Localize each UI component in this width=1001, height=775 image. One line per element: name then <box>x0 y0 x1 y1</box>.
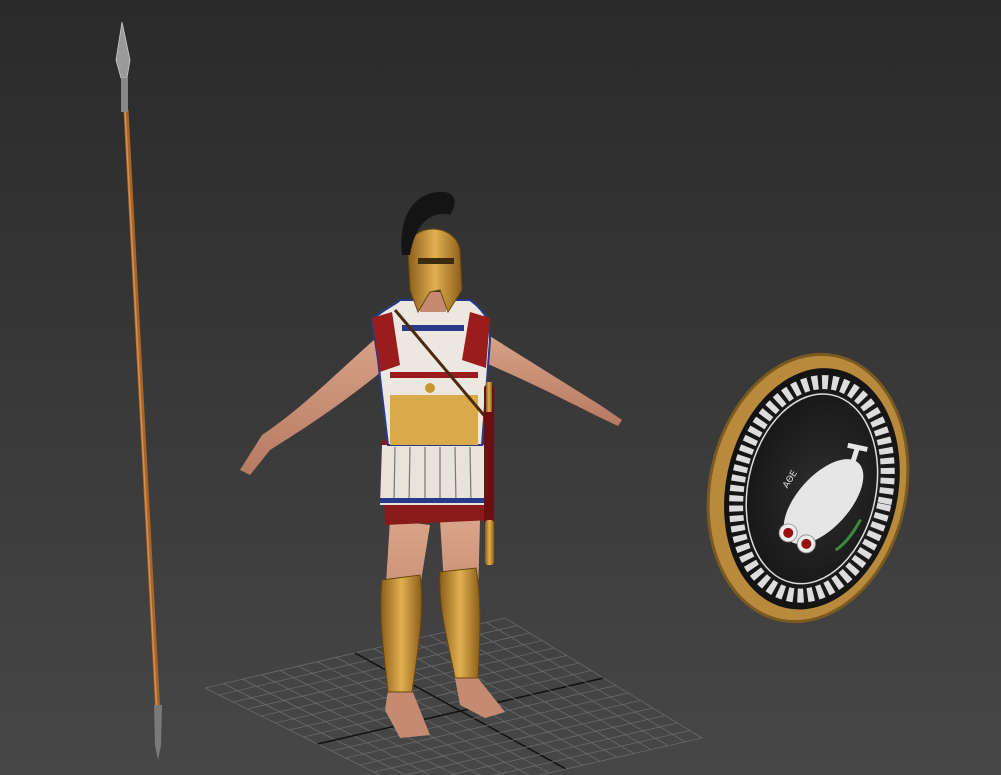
viewport-scene: ΑΘΕ <box>115 21 910 775</box>
3d-viewport[interactable]: ΑΘΕ <box>0 0 1001 775</box>
grid-line <box>504 617 703 739</box>
grid-line <box>486 622 686 743</box>
spear <box>115 21 162 760</box>
grid-line <box>448 722 678 775</box>
grid-line <box>242 678 432 775</box>
shield: ΑΘΕ <box>706 352 910 624</box>
